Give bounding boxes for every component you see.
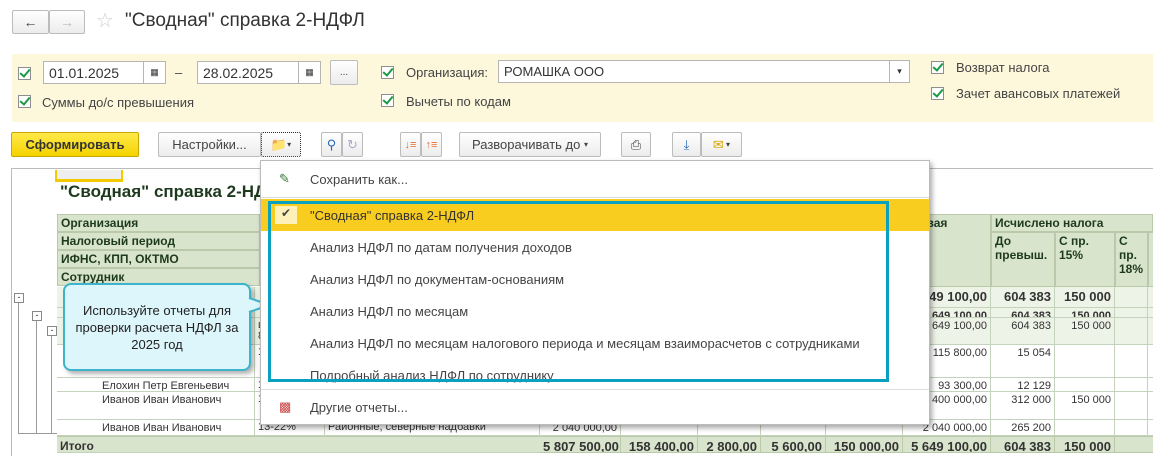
date-from-field[interactable]: 01.01.2025 ▦	[43, 61, 166, 84]
value-cell	[1055, 378, 1115, 392]
total-row[interactable]: Итого 5 807 500,00 158 400,00 2 800,00 5 600…	[57, 436, 1153, 453]
print-button[interactable]: ⎙	[621, 132, 651, 157]
value-cell	[1055, 420, 1115, 436]
total-value: 150 000,00	[826, 437, 903, 453]
value-cell: 150 000	[1055, 308, 1115, 318]
total-value: 5 600,00	[761, 437, 826, 453]
tax-sub-header: До превыш.	[991, 232, 1055, 287]
empty-cell	[1148, 420, 1153, 436]
tax-sub-header: С пр. 18%	[1115, 232, 1148, 287]
total-value: 158 400,00	[621, 437, 698, 453]
value-cell: 15 054	[991, 345, 1055, 378]
sort-asc-button[interactable]: ↑≡	[421, 132, 442, 157]
report-title: "Сводная" справка 2-НДФЛ	[60, 182, 292, 201]
search-button[interactable]: ⚲	[321, 132, 342, 157]
sums-checkbox[interactable]	[18, 95, 31, 108]
other-reports-menu-item[interactable]: ▩ Другие отчеты...	[261, 391, 929, 423]
advance-checkbox[interactable]	[931, 87, 944, 100]
deductions-label: Вычеты по кодам	[406, 94, 511, 109]
org-field[interactable]: РОМАШКА ООО ▾	[498, 60, 910, 83]
empty-cell	[1115, 287, 1148, 308]
total-value: 5 649 100,00	[903, 437, 991, 453]
employee-cell: Елохин Петр Евгеньевич	[57, 378, 255, 392]
report-folder-icon: 📁	[270, 136, 288, 152]
chevron-down-icon[interactable]: ▾	[889, 61, 909, 82]
sums-label: Суммы до/с превышения	[42, 95, 195, 110]
empty-cell	[1115, 420, 1148, 436]
advance-label: Зачет авансовых платежей	[956, 86, 1121, 101]
value-cell: 312 000	[991, 392, 1055, 420]
empty-cell	[1115, 392, 1148, 420]
total-value: 150 000	[1055, 437, 1115, 453]
page-title: "Сводная" справка 2-НДФЛ	[125, 10, 365, 31]
menu-divider	[261, 197, 929, 198]
menu-divider	[261, 389, 929, 390]
value-cell: 150 000	[1055, 287, 1115, 308]
empty-cell	[1148, 378, 1153, 392]
search-next-button[interactable]: ↻	[342, 132, 363, 157]
tax-sub-header: С пр. 15%	[1055, 232, 1115, 287]
calendar-icon[interactable]: ▦	[143, 62, 165, 83]
row-header: Организация	[57, 214, 260, 232]
tax-calculated-header: Исчислено налога	[991, 214, 1153, 232]
back-button[interactable]: ←	[12, 10, 49, 34]
value-cell: 12 129	[991, 378, 1055, 392]
value-cell: 265 200	[991, 420, 1055, 436]
value-cell: 150 000	[1055, 392, 1115, 420]
employee-cell: Иванов Иван Иванович	[57, 392, 255, 420]
header-filler	[1148, 232, 1153, 287]
hint-callout: Используйте отчеты для проверки расчета …	[63, 283, 251, 371]
empty-cell	[1148, 345, 1153, 378]
org-checkbox[interactable]	[381, 66, 394, 79]
generate-button[interactable]: Сформировать	[11, 132, 139, 157]
refund-checkbox[interactable]	[931, 61, 944, 74]
row-header: ИФНС, КПП, ОКТМО	[57, 250, 260, 268]
save-icon: ✎	[279, 171, 290, 186]
reports-icon: ▩	[279, 399, 292, 414]
date-to-field[interactable]: 28.02.2025 ▦	[197, 61, 321, 84]
collapse-group-button[interactable]: -	[32, 311, 42, 321]
email-button[interactable]: ✉ ▾	[701, 132, 742, 157]
value-cell: 604 383	[991, 318, 1055, 345]
org-label: Организация:	[406, 65, 489, 80]
value-cell	[1055, 345, 1115, 378]
total-value: 2 800,00	[698, 437, 761, 453]
employee-cell: Иванов Иван Иванович	[57, 420, 255, 436]
collapse-group-button[interactable]: -	[14, 293, 24, 303]
download-button[interactable]: ⤓	[672, 132, 701, 157]
deductions-checkbox[interactable]	[381, 94, 394, 107]
tree-line	[51, 336, 57, 434]
total-value: 5 807 500,00	[540, 437, 621, 453]
period-checkbox[interactable]	[18, 67, 31, 80]
total-value: 604 383	[991, 437, 1055, 453]
empty-cell	[1115, 318, 1148, 345]
empty-cell	[1115, 308, 1148, 318]
expand-to-button[interactable]: Разворачивать до ▾	[459, 132, 601, 157]
value-cell: 150 000	[1055, 318, 1115, 345]
empty-cell	[1148, 392, 1153, 420]
period-select-button[interactable]: ...	[330, 60, 358, 85]
empty-cell	[1148, 318, 1153, 345]
empty-cell	[1115, 345, 1148, 378]
settings-button[interactable]: Настройки...	[158, 132, 261, 157]
report-variants-button[interactable]: 📁 ▾	[261, 132, 301, 157]
report-variants-dropdown: ✎ Сохранить как... ✔ "Сводная" справка 2-Н…	[260, 160, 930, 425]
refund-label: Возврат налога	[956, 60, 1050, 75]
variants-highlight-frame	[268, 201, 889, 382]
empty-cell	[1115, 378, 1148, 392]
row-header: Налоговый период	[57, 232, 260, 250]
value-cell: 604 383	[991, 308, 1055, 318]
report-title-cell	[55, 170, 123, 182]
value-cell: 604 383	[991, 287, 1055, 308]
save-as-menu-item[interactable]: ✎ Сохранить как...	[261, 163, 929, 195]
collapse-group-button[interactable]: -	[47, 326, 57, 336]
date-dash: –	[175, 65, 183, 80]
calendar-icon[interactable]: ▦	[298, 62, 320, 83]
forward-button[interactable]: →	[49, 10, 85, 34]
empty-cell	[1148, 287, 1153, 308]
empty-cell	[1148, 308, 1153, 318]
total-label: Итого	[57, 437, 540, 453]
star-icon[interactable]: ☆	[96, 8, 114, 33]
sort-desc-button[interactable]: ↓≡	[400, 132, 421, 157]
